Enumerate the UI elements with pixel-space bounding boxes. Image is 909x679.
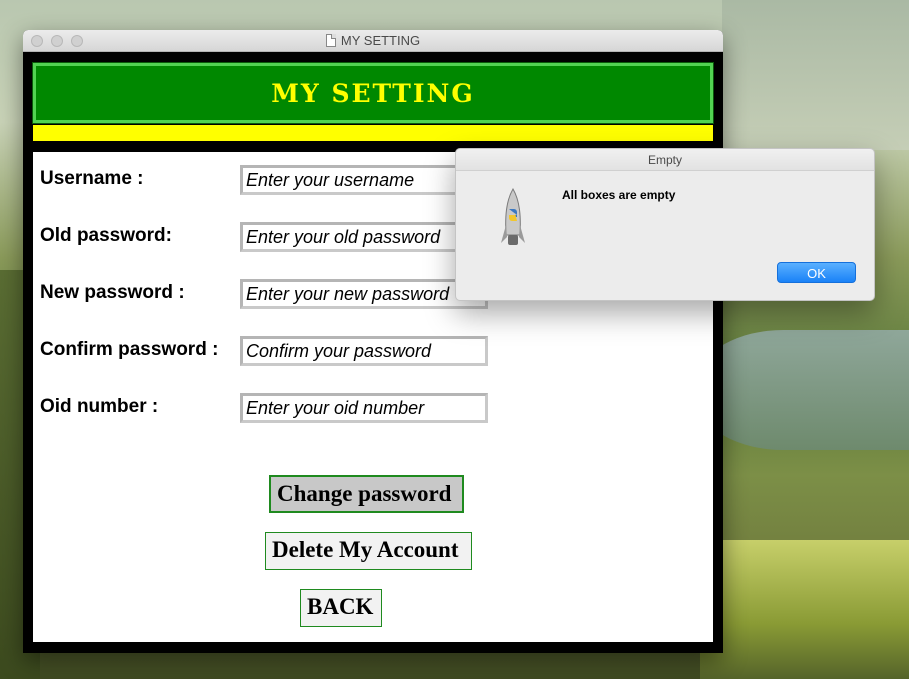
window-titlebar[interactable]: MY SETTING bbox=[23, 30, 723, 52]
window-title-text: MY SETTING bbox=[340, 33, 421, 48]
back-button[interactable]: BACK bbox=[300, 589, 382, 627]
page-title: MY SETTING bbox=[271, 78, 475, 108]
desktop-wallpaper-lake bbox=[700, 330, 909, 450]
empty-alert-dialog: Empty All boxes are empty OK bbox=[455, 148, 875, 301]
document-icon bbox=[325, 34, 336, 47]
confirm-password-input[interactable] bbox=[240, 336, 488, 366]
settings-window: MY SETTING MY SETTING Username : Old pas… bbox=[23, 30, 723, 653]
header-accent-bar bbox=[33, 125, 713, 141]
dialog-message: All boxes are empty bbox=[562, 188, 676, 202]
username-input[interactable] bbox=[240, 165, 488, 195]
window-title: MY SETTING bbox=[23, 33, 723, 48]
page-header: MY SETTING bbox=[32, 62, 714, 124]
python-rocket-icon bbox=[501, 188, 525, 245]
desktop-wallpaper-field bbox=[700, 540, 909, 679]
old-password-label: Old password: bbox=[40, 225, 172, 246]
old-password-input[interactable] bbox=[240, 222, 488, 252]
oid-number-label: Oid number : bbox=[40, 396, 159, 417]
desktop-wallpaper-sky bbox=[722, 0, 909, 150]
new-password-input[interactable] bbox=[240, 279, 488, 309]
username-label: Username : bbox=[40, 168, 144, 189]
change-password-button[interactable]: Change password bbox=[269, 475, 464, 513]
ok-button[interactable]: OK bbox=[777, 262, 856, 283]
confirm-password-label: Confirm password : bbox=[40, 339, 219, 360]
new-password-label: New password : bbox=[40, 282, 185, 303]
delete-account-button[interactable]: Delete My Account bbox=[265, 532, 472, 570]
dialog-title: Empty bbox=[456, 149, 874, 171]
oid-number-input[interactable] bbox=[240, 393, 488, 423]
